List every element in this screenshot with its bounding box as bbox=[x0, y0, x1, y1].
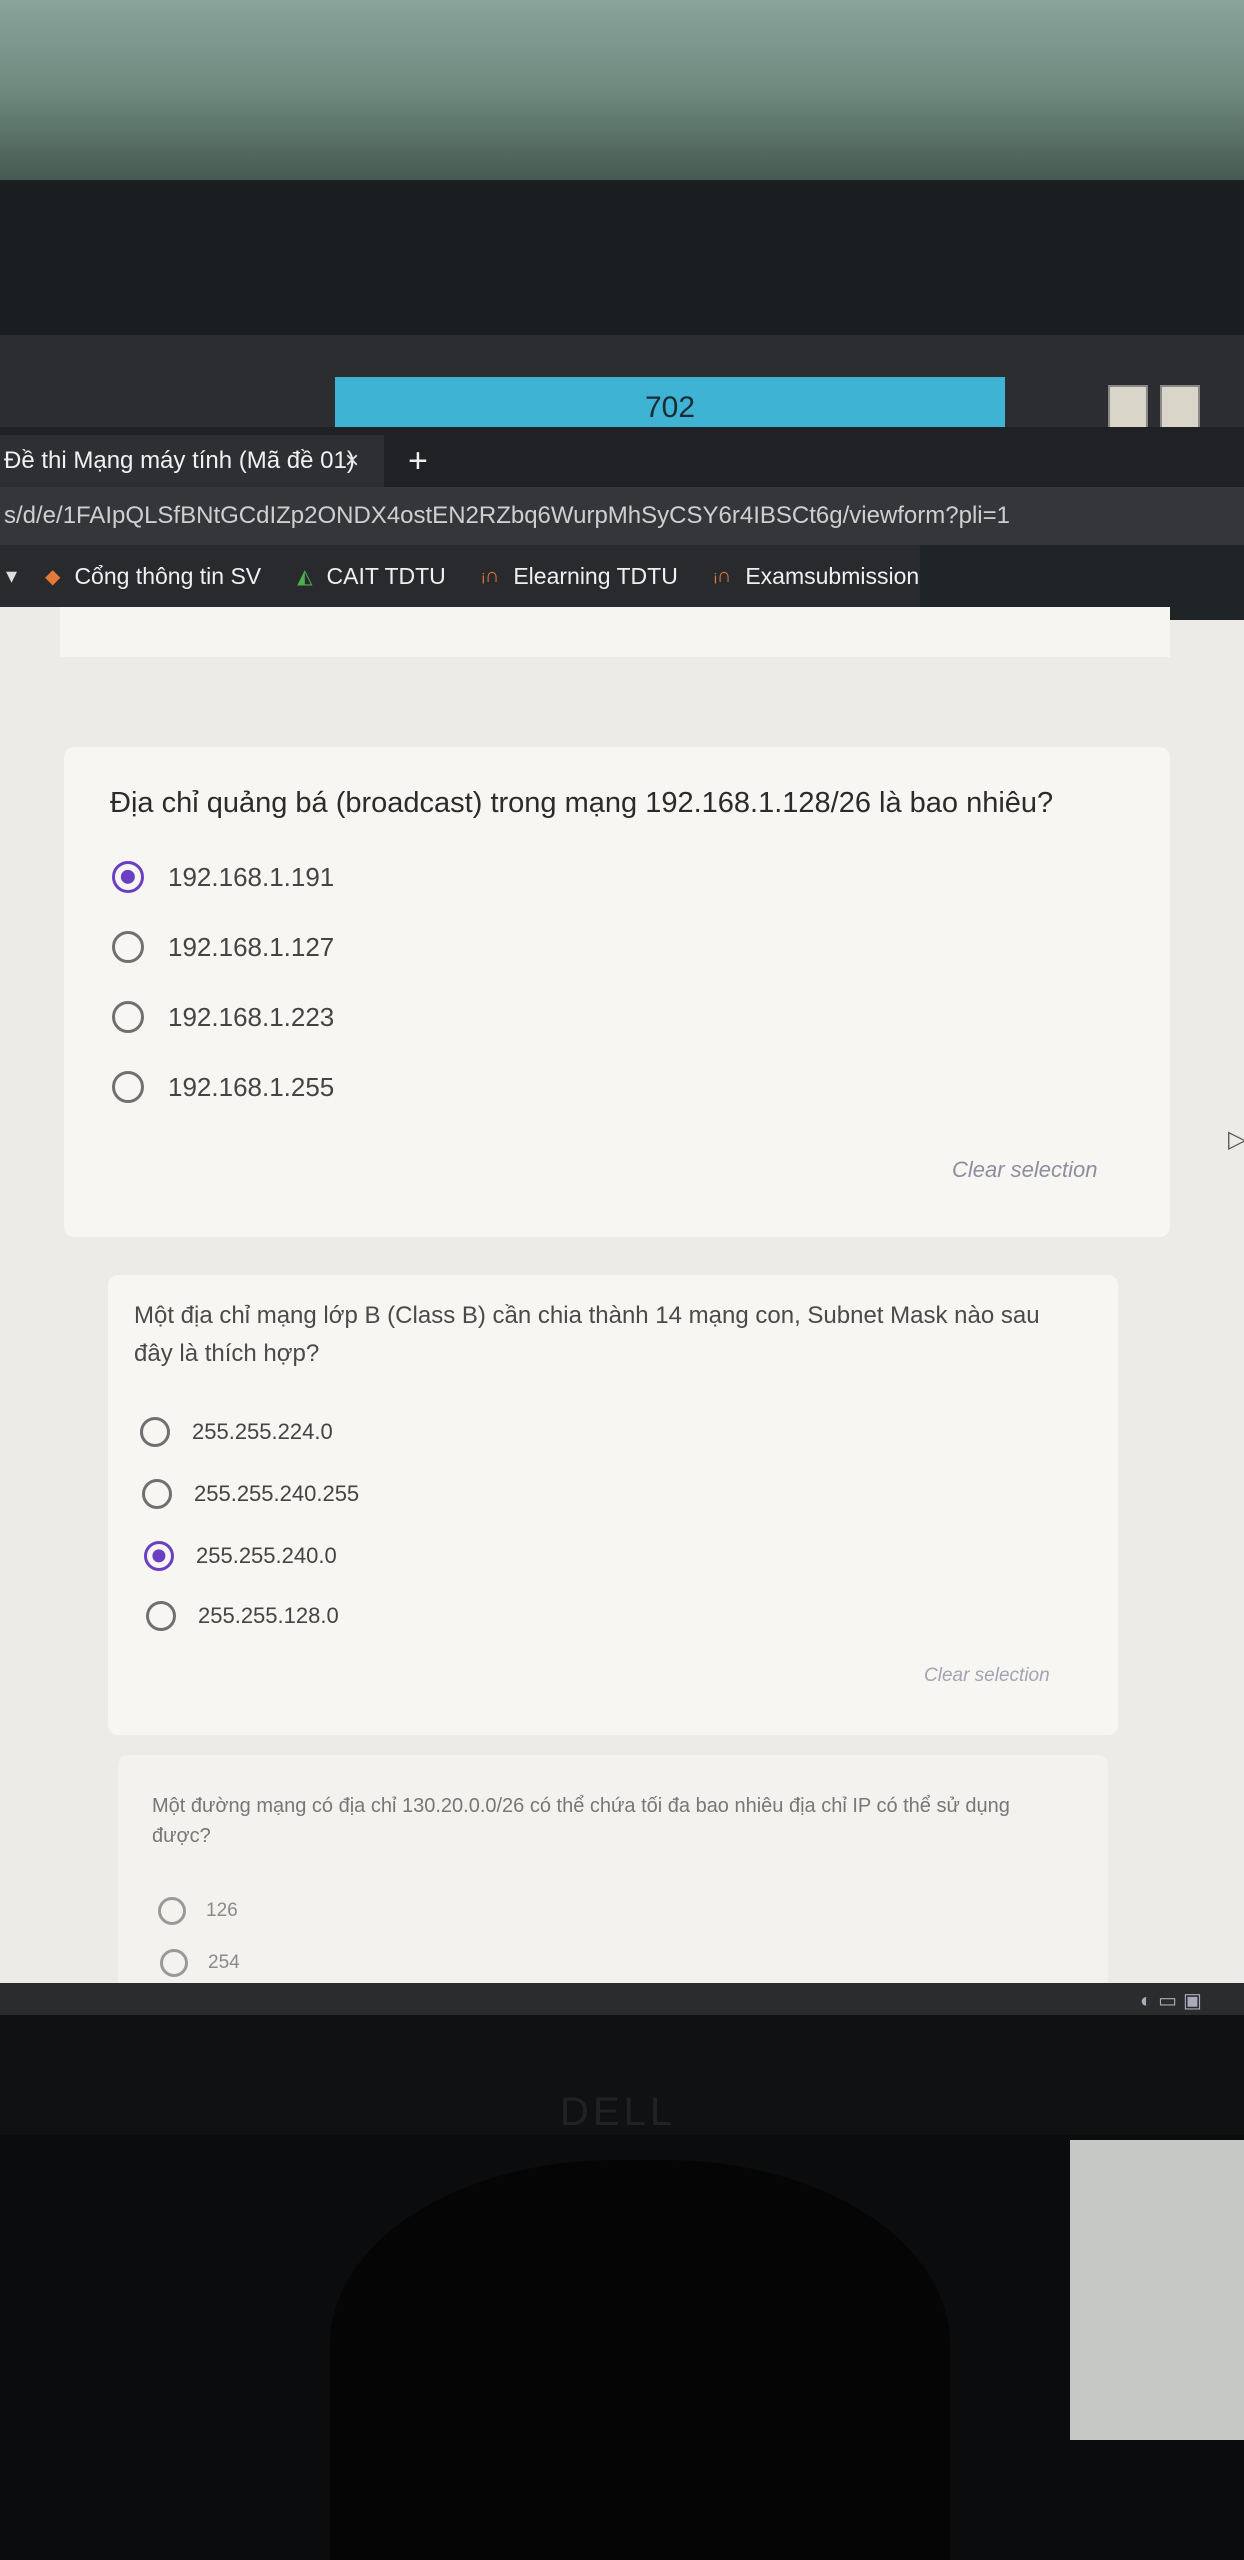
radio-button[interactable] bbox=[112, 1071, 144, 1103]
option-row[interactable]: 192.168.1.127 bbox=[112, 931, 334, 963]
tab-close-icon[interactable]: × bbox=[345, 435, 359, 487]
clear-selection-button[interactable]: Clear selection bbox=[952, 1157, 1098, 1183]
portal-icon: ◆ bbox=[45, 565, 61, 588]
bookmark-overflow-icon[interactable]: ▾ bbox=[6, 563, 17, 589]
bookmark-label: Cổng thông tin SV bbox=[74, 562, 262, 589]
tab-active[interactable]: Đề thi Mạng máy tính (Mã đề 01) × bbox=[0, 435, 384, 487]
radio-button[interactable] bbox=[142, 1479, 172, 1509]
question-card: Địa chỉ quảng bá (broadcast) trong mạng … bbox=[64, 747, 1170, 1237]
system-tray-icons[interactable]: ◐▭▣ bbox=[1140, 1988, 1208, 2013]
monitor-screen: 702 Đề thi Mạng máy tính (Mã đề 01) × + … bbox=[0, 335, 1244, 2015]
monitor-brand-logo: DELL bbox=[560, 2090, 677, 2134]
moodle-icon: ᵢ∩ bbox=[481, 564, 500, 587]
tab-strip: Đề thi Mạng máy tính (Mã đề 01) × + bbox=[0, 427, 1244, 487]
background-wall bbox=[0, 0, 1244, 200]
option-row[interactable]: 126 bbox=[158, 1897, 238, 1925]
moodle-icon: ᵢ∩ bbox=[713, 564, 732, 587]
monitor-stand bbox=[330, 2160, 950, 2560]
option-label: 255.255.240.0 bbox=[196, 1543, 337, 1568]
radio-button[interactable] bbox=[160, 1949, 188, 1977]
bookmark-portal[interactable]: ◆ Cổng thông tin SV bbox=[45, 563, 261, 590]
radio-selected[interactable] bbox=[112, 861, 144, 893]
option-row[interactable]: 192.168.1.191 bbox=[112, 861, 334, 893]
option-row[interactable]: 192.168.1.255 bbox=[112, 1071, 334, 1103]
option-label: 254 bbox=[208, 1952, 240, 1973]
option-label: 192.168.1.223 bbox=[168, 1001, 335, 1032]
clear-selection-button[interactable]: Clear selection bbox=[924, 1665, 1050, 1687]
option-row[interactable]: 255.255.128.0 bbox=[146, 1601, 339, 1631]
option-row[interactable]: 255.255.240.0 bbox=[144, 1541, 337, 1571]
desk-object bbox=[1070, 2140, 1244, 2440]
radio-button[interactable] bbox=[140, 1417, 170, 1447]
option-row[interactable]: 192.168.1.223 bbox=[112, 1001, 334, 1033]
option-label: 255.255.128.0 bbox=[198, 1603, 339, 1628]
option-row[interactable]: 255.255.240.255 bbox=[142, 1479, 359, 1509]
radio-button[interactable] bbox=[112, 1001, 144, 1033]
bookmark-label: Examsubmission bbox=[745, 562, 920, 589]
question-title: Địa chỉ quảng bá (broadcast) trong mạng … bbox=[110, 787, 1054, 819]
question-title: Một địa chỉ mạng lớp B (Class B) cần chi… bbox=[134, 1302, 1040, 1367]
option-label: 255.255.240.255 bbox=[194, 1481, 360, 1506]
monitor-bezel bbox=[0, 180, 1244, 340]
option-label: 126 bbox=[206, 1900, 238, 1921]
radio-button[interactable] bbox=[158, 1897, 186, 1925]
cursor-icon: ▷ bbox=[1228, 1126, 1244, 1153]
question-card: Một đường mạng có địa chỉ 130.20.0.0/26 … bbox=[118, 1755, 1108, 2015]
bookmark-elearning[interactable]: ᵢ∩ Elearning TDTU bbox=[482, 563, 678, 590]
option-label: 255.255.224.0 bbox=[192, 1419, 333, 1444]
option-row[interactable]: 255.255.224.0 bbox=[140, 1417, 333, 1447]
bookmark-cait[interactable]: ◭ CAIT TDTU bbox=[297, 563, 446, 590]
question-card: Một địa chỉ mạng lớp B (Class B) cần chi… bbox=[108, 1275, 1118, 1735]
previous-question-card bbox=[60, 607, 1170, 657]
new-tab-button[interactable]: + bbox=[408, 435, 428, 487]
option-label: 192.168.1.127 bbox=[168, 931, 335, 962]
option-label: 192.168.1.191 bbox=[168, 861, 335, 892]
tab-title: Đề thi Mạng máy tính (Mã đề 01) bbox=[4, 447, 355, 474]
option-row[interactable]: 254 bbox=[160, 1949, 240, 1977]
radio-selected[interactable] bbox=[144, 1541, 174, 1571]
radio-button[interactable] bbox=[112, 931, 144, 963]
bookmark-label: Elearning TDTU bbox=[513, 562, 678, 589]
address-bar[interactable]: s/d/e/1FAIpQLSfBNtGCdIZp2ONDX4ostEN2RZbq… bbox=[0, 487, 1244, 545]
bookmark-label: CAIT TDTU bbox=[326, 562, 446, 589]
option-label: 192.168.1.255 bbox=[168, 1071, 335, 1102]
taskbar: ◐▭▣ bbox=[0, 1983, 1244, 2015]
cait-icon: ◭ bbox=[297, 565, 313, 588]
radio-button[interactable] bbox=[146, 1601, 176, 1631]
bookmark-examsubmission[interactable]: ᵢ∩ Examsubmission bbox=[714, 563, 919, 590]
question-title: Một đường mạng có địa chỉ 130.20.0.0/26 … bbox=[152, 1795, 1010, 1847]
